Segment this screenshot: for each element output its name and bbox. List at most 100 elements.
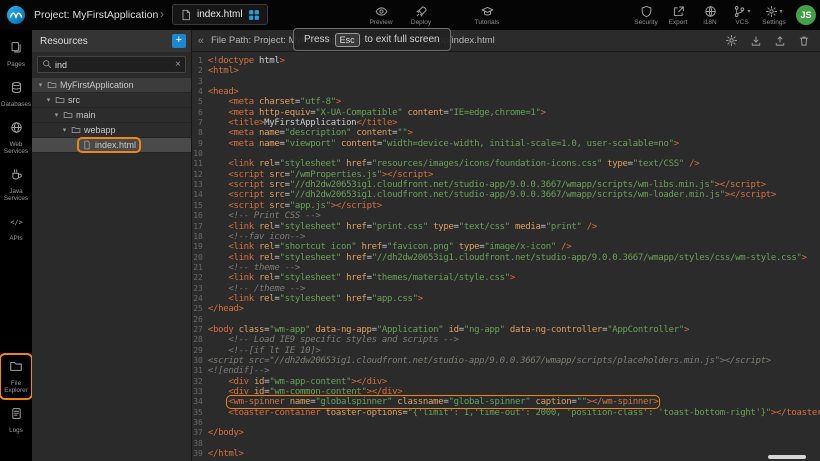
branch-icon: ▾ [733, 4, 750, 18]
user-avatar[interactable]: JS [796, 5, 816, 25]
tree-item-main[interactable]: ▾main [32, 108, 191, 123]
code-line[interactable]: 1<!doctype html> [192, 56, 820, 66]
caret-down-icon: ▾ [747, 8, 750, 15]
code-line[interactable]: 6 <meta http-equiv="X-UA-Compatible" con… [192, 108, 820, 118]
topbar-center-actions: Preview Deploy Tutorials [366, 0, 502, 30]
code-line[interactable]: 37</body> [192, 428, 820, 438]
code-line-content: <wm-spinner name="globalspinner" classna… [208, 397, 659, 407]
code-line[interactable]: 12 <script src="/wmProperties.js"></scri… [192, 170, 820, 180]
code-line-content: <script src="/wmProperties.js"></script> [208, 170, 433, 180]
rail-item-databases[interactable]: Databases [2, 78, 30, 111]
upload-icon[interactable] [774, 35, 786, 47]
tree-item-label: src [68, 95, 80, 105]
code-line[interactable]: 23 <!-- /theme --> [192, 284, 820, 294]
topbar-action-preview[interactable]: Preview [366, 4, 396, 26]
line-number: 27 [192, 325, 208, 335]
tree-item-myfirstapplication[interactable]: ▾MyFirstApplication [32, 78, 191, 93]
topbar-action-settings[interactable]: ▾Settings [759, 4, 789, 26]
horizontal-scrollbar[interactable] [768, 455, 806, 459]
add-resource-button[interactable]: + [172, 34, 186, 48]
search-input[interactable] [55, 60, 172, 70]
line-number: 9 [192, 139, 208, 149]
resources-search-box[interactable]: × [37, 56, 186, 73]
code-line[interactable]: 35 <toaster-container toaster-options="{… [192, 408, 820, 418]
code-line[interactable]: 19 <link rel="shortcut icon" href="favic… [192, 242, 820, 252]
tree-item-content: MyFirstApplication [47, 80, 134, 90]
code-line[interactable]: 7 <title>MyFirstApplication</title> [192, 118, 820, 128]
code-line[interactable]: 3 [192, 77, 820, 87]
code-line[interactable]: 5 <meta charset="utf-8"> [192, 97, 820, 107]
file-tab-index-html[interactable]: index.html [172, 4, 268, 25]
rail-item-java-services[interactable]: Java Services [2, 165, 30, 205]
code-line[interactable]: 18 <!--fav icon--> [192, 232, 820, 242]
code-line[interactable]: 22 <link rel="stylesheet" href="themes/m… [192, 273, 820, 283]
topbar-action-deploy[interactable]: Deploy [406, 4, 436, 26]
topbar-action-export[interactable]: Export [663, 4, 693, 26]
code-line[interactable]: 24 <link rel="stylesheet" href="app.css"… [192, 294, 820, 304]
resources-panel-header: Resources + [32, 30, 191, 52]
gear-icon[interactable] [725, 34, 738, 47]
code-line[interactable]: 30<script src="//dh2dw20653ig1.cloudfron… [192, 356, 820, 366]
caret-down-icon[interactable]: ▾ [44, 96, 53, 104]
code-line[interactable]: 4<head> [192, 87, 820, 97]
line-number: 19 [192, 242, 208, 252]
download-icon[interactable] [750, 35, 762, 47]
topbar-action-tutorials[interactable]: Tutorials [472, 4, 502, 26]
code-line[interactable]: 34 <wm-spinner name="globalspinner" clas… [192, 397, 820, 407]
code-line[interactable]: 29 <!--[if lt IE 10]> [192, 346, 820, 356]
code-line[interactable]: 28 <!-- Load IE9 specific styles and scr… [192, 335, 820, 345]
code-line[interactable]: 14 <script src="//dh2dw20653ig1.cloudfro… [192, 190, 820, 200]
topbar-action-security[interactable]: Security [631, 4, 661, 26]
code-line[interactable]: 13 <script src="//dh2dw20653ig1.cloudfro… [192, 180, 820, 190]
code-line[interactable]: 36 [192, 418, 820, 428]
code-line[interactable]: 20 <link rel="stylesheet" href="//dh2dw2… [192, 253, 820, 263]
wavemaker-logo[interactable] [6, 5, 26, 30]
rail-item-label: Pages [7, 61, 25, 68]
topbar-action-vcs[interactable]: ▾VCS [727, 4, 757, 26]
rail-item-file-explorer[interactable]: File Explorer [2, 356, 30, 397]
rail-item-label: Logs [9, 427, 23, 434]
code-line[interactable]: 16 <!-- Print CSS --> [192, 211, 820, 221]
code-line[interactable]: 27<body class="wm-app" data-ng-app="Appl… [192, 325, 820, 335]
grid-icon[interactable] [248, 9, 260, 21]
line-number: 39 [192, 449, 208, 459]
code-line[interactable]: 8 <meta name="description" content=""> [192, 128, 820, 138]
code-line-content: <!--[if lt IE 10]> [208, 346, 321, 356]
rail-item-web-services[interactable]: Web Services [2, 118, 30, 158]
code-line[interactable]: 25</head> [192, 304, 820, 314]
line-number: 37 [192, 428, 208, 438]
rail-item-pages[interactable]: Pages [2, 38, 30, 71]
tree-item-index-html[interactable]: index.html [32, 138, 191, 153]
topbar-action-i18n[interactable]: i18N [695, 4, 725, 26]
code-line[interactable]: 17 <link rel="stylesheet" href="print.cs… [192, 222, 820, 232]
code-editor[interactable]: 1<!doctype html>2<html>34<head>5 <meta c… [192, 52, 820, 461]
clear-search-icon[interactable]: × [175, 59, 181, 70]
code-line[interactable]: 32 <div id="wm-app-content"></div> [192, 377, 820, 387]
collapse-panel-icon[interactable]: « [198, 35, 204, 47]
code-line[interactable]: 10 [192, 149, 820, 159]
caret-down-icon[interactable]: ▾ [60, 126, 69, 134]
code-line[interactable]: 31<![endif]--> [192, 366, 820, 376]
code-line[interactable]: 38 [192, 439, 820, 449]
code-line[interactable]: 26 [192, 315, 820, 325]
code-line-content: <!-- Print CSS --> [208, 211, 321, 221]
tree-item-webapp[interactable]: ▾webapp [32, 123, 191, 138]
rail-item-logs[interactable]: Logs [2, 404, 30, 437]
rail-item-apis[interactable]: </>APIs [2, 212, 30, 245]
caret-down-icon[interactable]: ▾ [52, 111, 61, 119]
code-line[interactable]: 11 <link rel="stylesheet" href="resource… [192, 159, 820, 169]
project-name[interactable]: Project: MyFirstApplication [34, 9, 158, 21]
line-number: 31 [192, 366, 208, 376]
code-line[interactable]: 15 <script src="app.js"></script> [192, 201, 820, 211]
code-line[interactable]: 33 <div id="wm-common-content"></div> [192, 387, 820, 397]
code-line[interactable]: 9 <meta name="viewport" content="width=d… [192, 139, 820, 149]
caret-down-icon[interactable]: ▾ [36, 81, 45, 89]
code-line[interactable]: 2<html> [192, 66, 820, 76]
rail-item-label: Web Services [2, 141, 30, 155]
main-area: « File Path: Project: MyFirstApplication… [192, 30, 820, 461]
tree-item-src[interactable]: ▾ src [32, 93, 191, 108]
rail-bottom-group: File Explorer Logs [2, 356, 30, 437]
code-line[interactable]: 21 <!-- theme --> [192, 263, 820, 273]
code-line[interactable]: 39</html> [192, 449, 820, 459]
trash-icon[interactable] [798, 35, 810, 47]
